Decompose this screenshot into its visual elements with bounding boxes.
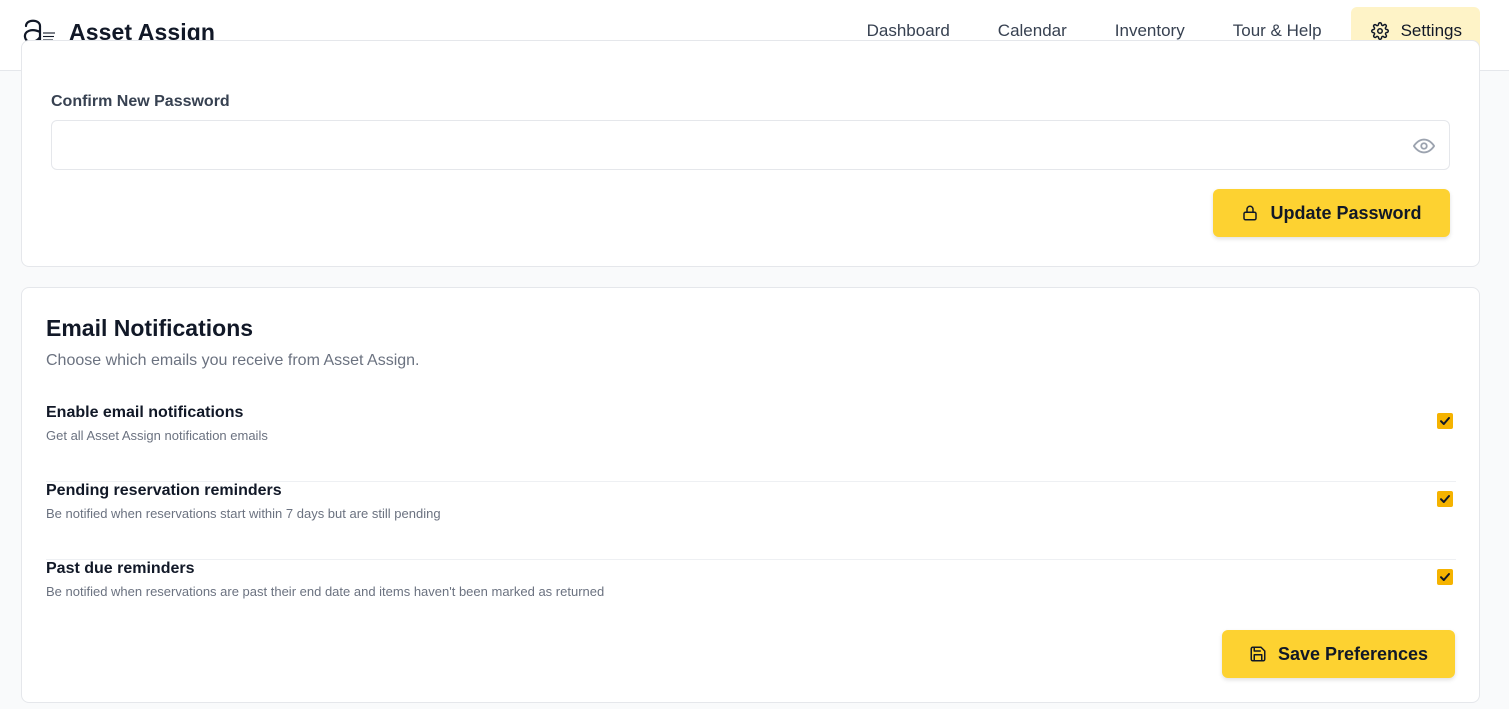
update-password-label: Update Password <box>1270 202 1422 223</box>
pref-pending-reminders: Pending reservation reminders Be notifie… <box>46 482 1456 560</box>
section-subtitle: Choose which emails you receive from Ass… <box>46 352 420 369</box>
lock-icon <box>1241 204 1259 222</box>
check-icon <box>1440 417 1450 425</box>
pref-title: Past due reminders <box>46 560 195 577</box>
check-icon <box>1440 573 1450 581</box>
update-password-button[interactable]: Update Password <box>1213 189 1450 237</box>
pref-description: Get all Asset Assign notification emails <box>46 428 268 443</box>
gear-icon <box>1370 22 1389 40</box>
section-title: Email Notifications <box>46 315 254 341</box>
pending-reminders-checkbox[interactable] <box>1437 491 1453 507</box>
pref-enable-email: Enable email notifications Get all Asset… <box>46 404 1456 482</box>
pref-description: Be notified when reservations are past t… <box>46 584 605 599</box>
save-icon <box>1249 645 1267 663</box>
enable-email-checkbox[interactable] <box>1437 413 1453 429</box>
check-icon <box>1440 495 1450 503</box>
past-due-checkbox[interactable] <box>1437 569 1453 585</box>
pref-title: Enable email notifications <box>46 404 244 421</box>
pref-description: Be notified when reservations start with… <box>46 506 441 521</box>
pref-past-due-reminders: Past due reminders Be notified when rese… <box>46 560 1456 638</box>
nav-settings-label: Settings <box>1400 21 1462 40</box>
save-preferences-button[interactable]: Save Preferences <box>1222 630 1455 678</box>
confirm-password-label: Confirm New Password <box>51 93 230 110</box>
save-preferences-label: Save Preferences <box>1277 643 1429 664</box>
pref-title: Pending reservation reminders <box>46 482 282 499</box>
confirm-password-input[interactable] <box>51 120 1450 170</box>
eye-icon[interactable] <box>1413 135 1435 157</box>
